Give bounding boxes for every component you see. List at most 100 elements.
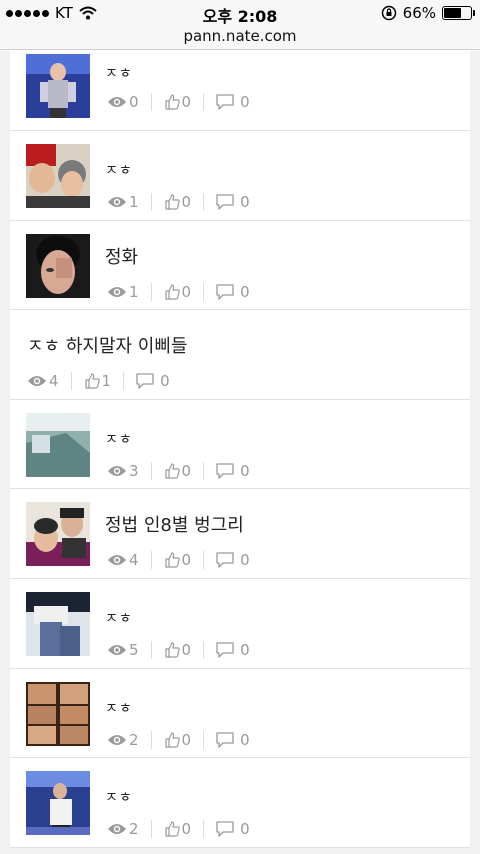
list-item[interactable]: ㅈㅎ 0 0 0: [10, 51, 470, 131]
like-count-value: 0: [181, 461, 192, 480]
view-count: 5: [107, 641, 139, 659]
like-count: 0: [164, 461, 192, 480]
post-title[interactable]: ㅈㅎ: [105, 429, 133, 449]
list-item[interactable]: ㅈㅎ 3 0 0: [10, 400, 470, 490]
divider: [123, 372, 125, 391]
divider: [150, 640, 152, 659]
comment-count-value: 0: [240, 461, 250, 480]
post-stats: 2 0 0: [107, 820, 250, 839]
view-count: 0: [107, 93, 139, 111]
thumbs-up-icon: [164, 821, 180, 837]
like-count: 0: [164, 283, 191, 301]
thumbs-up-icon: [164, 731, 180, 748]
post-title[interactable]: ㅈㅎ: [105, 787, 133, 807]
comment-count-value: 0: [160, 372, 170, 391]
comment-icon: [216, 283, 234, 300]
comment-count-value: 0: [240, 730, 250, 749]
view-count: 2: [107, 820, 139, 838]
view-count-value: 3: [129, 461, 139, 480]
thumbs-up-icon: [164, 283, 180, 300]
comment-icon: [216, 552, 234, 569]
comment-icon: [216, 731, 234, 748]
post-thumbnail[interactable]: [26, 771, 90, 836]
divider: [150, 820, 152, 839]
status-right: 66%: [381, 4, 475, 22]
post-thumbnail[interactable]: [26, 681, 90, 746]
like-count-value: 1: [101, 372, 112, 391]
eye-icon: [107, 553, 127, 567]
like-count-value: 0: [181, 820, 192, 839]
divider: [203, 282, 205, 301]
view-count: 3: [107, 462, 139, 480]
divider: [203, 93, 205, 111]
post-stats: 4 1 0: [27, 372, 170, 391]
post-stats: 0 0 0: [107, 93, 250, 111]
view-count: 1: [107, 283, 139, 301]
view-count-value: 1: [129, 193, 139, 211]
post-title[interactable]: 정화: [105, 243, 138, 269]
list-item[interactable]: ㅈㅎ 5 0 0: [10, 579, 470, 669]
eye-icon: [107, 195, 127, 209]
post-thumbnail[interactable]: [26, 144, 90, 208]
post-thumbnail[interactable]: [26, 502, 90, 567]
eye-icon: [107, 285, 127, 299]
comment-count-value: 0: [240, 820, 250, 839]
post-title[interactable]: ㅈㅎ: [105, 608, 133, 628]
comment-count: 0: [216, 820, 250, 838]
divider: [203, 640, 205, 659]
view-count: 2: [107, 731, 139, 749]
post-thumbnail[interactable]: [26, 591, 90, 656]
post-title[interactable]: ㅈㅎ: [105, 698, 133, 718]
comment-count: 0: [136, 372, 170, 390]
url-text: pann.nate.com: [183, 27, 297, 45]
list-item[interactable]: 정화 1 0 0: [10, 221, 470, 311]
post-title[interactable]: ㅈㅎ 하지말자 이삐들: [27, 332, 187, 358]
post-list: ㅈㅎ 0 0 0 ㅈㅎ 1 0 0 정화 1 0 0 ㅈㅎ 하지말자 이삐들 4 1 0 ㅈㅎ 3 0 0 정법 인8별…: [10, 51, 470, 848]
post-thumbnail[interactable]: [26, 233, 90, 298]
like-count: 1: [84, 372, 112, 391]
url-bar[interactable]: pann.nate.com: [0, 26, 480, 50]
divider: [203, 193, 205, 211]
post-title[interactable]: 정법 인8별 벙그리: [105, 511, 244, 537]
like-count: 0: [164, 93, 192, 111]
eye-icon: [107, 643, 127, 657]
comment-icon: [216, 821, 234, 837]
thumbs-up-icon: [164, 194, 180, 210]
view-count-value: 0: [129, 93, 139, 111]
post-title[interactable]: ㅈㅎ: [105, 63, 133, 83]
post-stats: 3 0 0: [107, 461, 250, 480]
view-count-value: 4: [49, 372, 59, 391]
comment-count: 0: [216, 283, 250, 301]
like-count: 0: [164, 551, 191, 569]
eye-icon: [107, 464, 127, 478]
thumbs-up-icon: [164, 552, 180, 568]
rotation-lock-icon: [381, 5, 397, 21]
divider: [150, 282, 152, 301]
like-count-value: 0: [181, 93, 192, 111]
view-count: 4: [27, 372, 59, 390]
post-title[interactable]: ㅈㅎ: [105, 160, 133, 180]
comment-count-value: 0: [240, 551, 250, 570]
post-stats: 1 0 0: [107, 193, 250, 211]
comment-icon: [216, 642, 234, 658]
comment-icon: [216, 194, 234, 210]
battery-icon: [442, 6, 475, 20]
list-item[interactable]: ㅈㅎ 1 0 0: [10, 131, 470, 221]
post-stats: 1 0 0: [107, 282, 250, 301]
view-count-value: 2: [129, 820, 139, 839]
list-item[interactable]: 정법 인8별 벙그리 4 0 0: [10, 489, 470, 579]
comment-icon: [136, 373, 154, 389]
post-stats: 2 0 0: [107, 730, 250, 749]
view-count-value: 4: [129, 551, 139, 570]
post-thumbnail[interactable]: [26, 412, 90, 477]
like-count-value: 0: [181, 640, 192, 659]
comment-count: 0: [216, 193, 250, 211]
divider: [150, 193, 152, 211]
like-count-value: 0: [181, 193, 192, 211]
eye-icon: [107, 733, 127, 747]
list-item[interactable]: ㅈㅎ 2 0 0: [10, 669, 470, 759]
post-thumbnail[interactable]: [26, 54, 90, 118]
comment-count-value: 0: [240, 640, 250, 659]
list-item[interactable]: ㅈㅎ 하지말자 이삐들 4 1 0: [10, 310, 470, 400]
list-item[interactable]: ㅈㅎ 2 0 0: [10, 758, 470, 848]
